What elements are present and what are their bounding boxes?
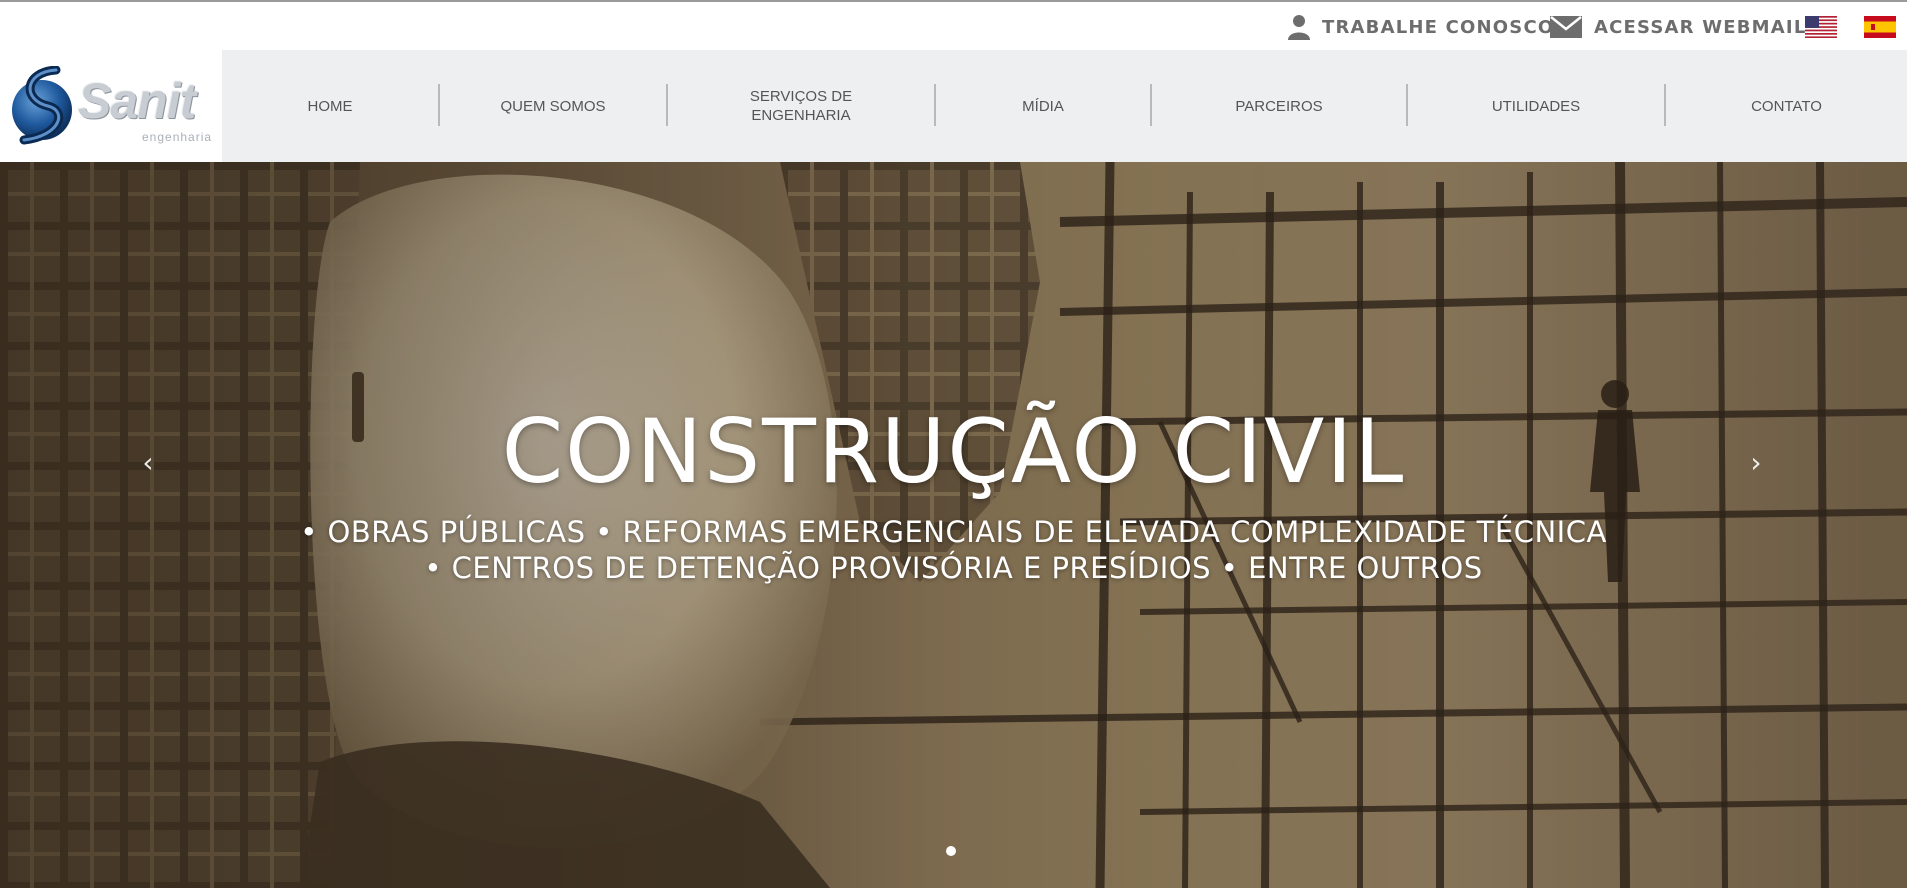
nav-about-label: QUEM SOMOS (500, 97, 606, 115)
logo-name: Sanit (78, 73, 196, 129)
logo[interactable]: Sanit engenharia (0, 50, 222, 162)
logo-subtitle: engenharia (142, 130, 213, 144)
nav-utilities-label: UTILIDADES (1491, 97, 1581, 115)
utility-bar: TRABALHE CONOSCO ACESSAR WEBMAIL (0, 2, 1907, 50)
hero-subtitle-line-2: • CENTROS DE DETENÇÃO PROVISÓRIA E PRESÍ… (424, 551, 1483, 585)
slider-dot-active[interactable] (946, 846, 956, 856)
webmail-link[interactable]: ACESSAR WEBMAIL (1550, 12, 1807, 42)
hero-title: CONSTRUÇÃO CIVIL (501, 400, 1406, 503)
main-nav: HOME QUEM SOMOS SERVIÇOS DE ENGENHARIA M… (222, 50, 1907, 162)
page: TRABALHE CONOSCO ACESSAR WEBMAIL Sanit e… (0, 0, 1907, 888)
nav-contact[interactable]: CONTATO (1666, 50, 1907, 162)
work-with-us-label: TRABALHE CONOSCO (1322, 16, 1555, 38)
nav-partners-label: PARCEIROS (1235, 97, 1323, 115)
nav-engineering-services-label: SERVIÇOS DE ENGENHARIA (749, 88, 853, 124)
globe-logo-icon (12, 66, 72, 145)
spain-flag-icon[interactable] (1864, 16, 1896, 38)
nav-utilities[interactable]: UTILIDADES (1408, 50, 1664, 162)
webmail-label: ACESSAR WEBMAIL (1594, 16, 1807, 38)
nav-about[interactable]: QUEM SOMOS (440, 50, 666, 162)
nav-home[interactable]: HOME (222, 50, 438, 162)
nav-media-label: MÍDIA (1022, 97, 1064, 115)
slider-prev-arrow-icon[interactable]: ‹ (128, 442, 168, 482)
hero-subtitle-line-1: • OBRAS PÚBLICAS • REFORMAS EMERGENCIAIS… (300, 515, 1607, 549)
nav-contact-label: CONTATO (1751, 97, 1822, 115)
nav-media[interactable]: MÍDIA (936, 50, 1150, 162)
slider-next-arrow-icon[interactable]: › (1736, 442, 1776, 482)
nav-engineering-services[interactable]: SERVIÇOS DE ENGENHARIA (668, 50, 934, 162)
nav-partners[interactable]: PARCEIROS (1152, 50, 1406, 162)
nav-home-label: HOME (307, 97, 353, 115)
envelope-icon (1550, 16, 1582, 38)
work-with-us-link[interactable]: TRABALHE CONOSCO (1288, 12, 1554, 42)
us-flag-icon[interactable] (1805, 16, 1837, 38)
user-icon (1288, 15, 1310, 40)
hero-slider: CONSTRUÇÃO CIVIL • OBRAS PÚBLICAS • REFO… (0, 162, 1907, 888)
